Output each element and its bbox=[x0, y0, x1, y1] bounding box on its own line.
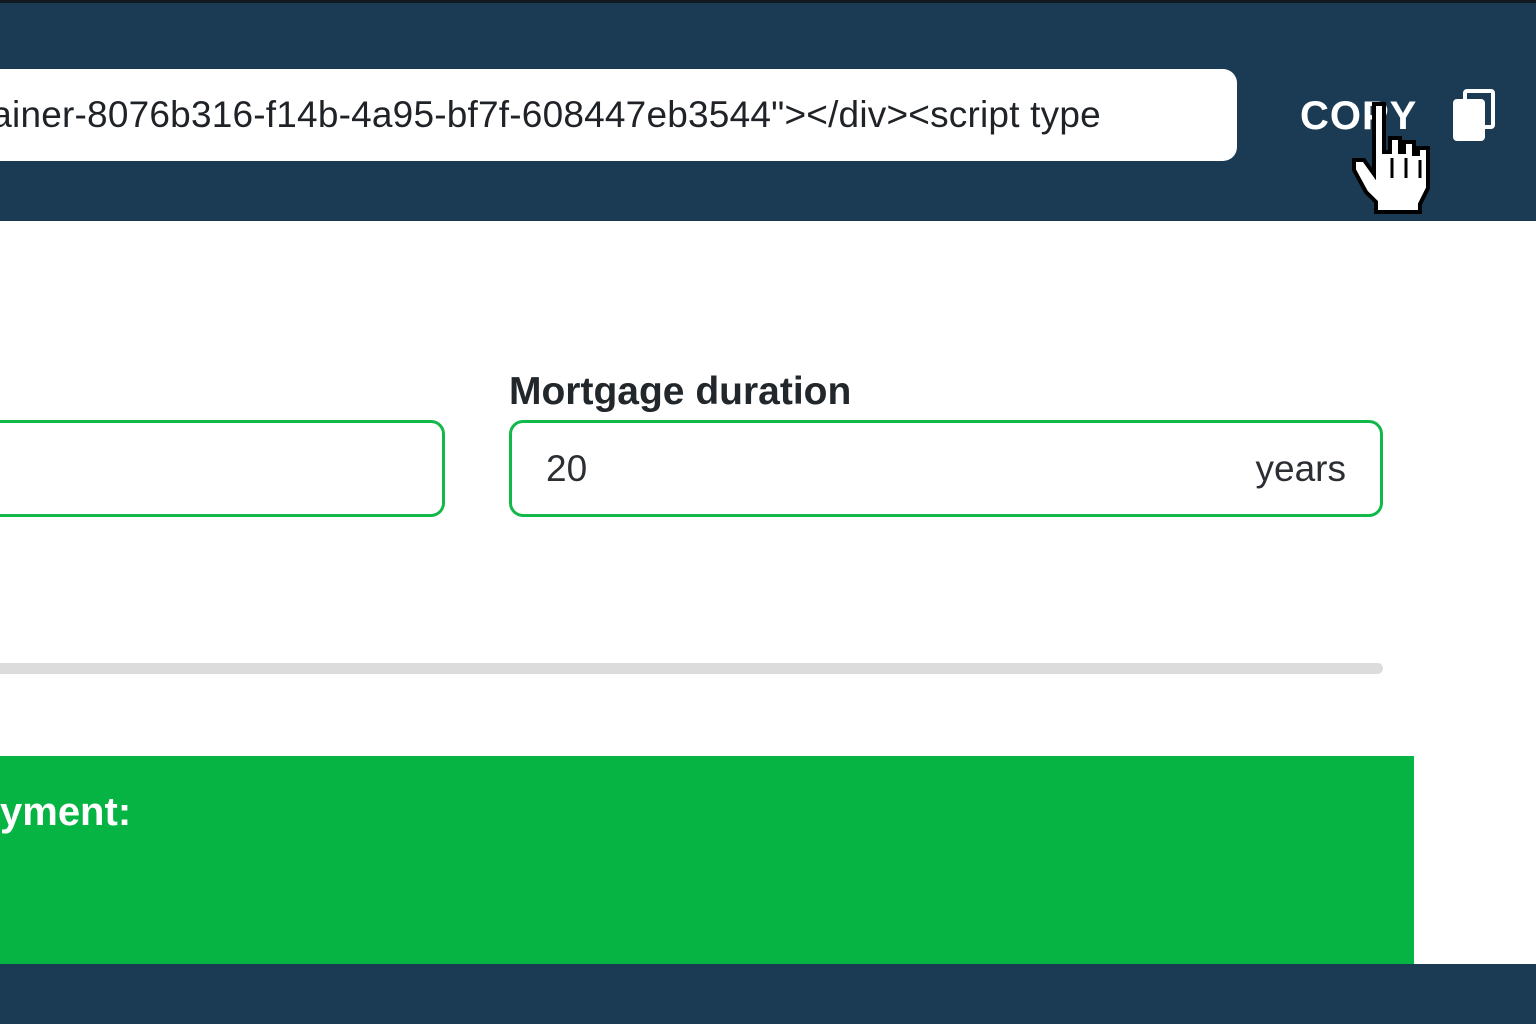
page: ntainer-8076b316-f14b-4a95-bf7f-608447eb… bbox=[0, 0, 1536, 1024]
mortgage-amount-input[interactable] bbox=[0, 420, 445, 517]
embed-code-text: ntainer-8076b316-f14b-4a95-bf7f-608447eb… bbox=[0, 94, 1167, 136]
embed-code-value: ntainer-8076b316-f14b-4a95-bf7f-608447eb… bbox=[0, 94, 1101, 135]
mortgage-duration-value: 20 bbox=[546, 447, 588, 489]
hand-pointer-icon bbox=[1352, 102, 1430, 214]
mortgage-duration-label: Mortgage duration bbox=[509, 370, 852, 413]
divider-track bbox=[0, 663, 1383, 674]
mortgage-duration-unit: years bbox=[1255, 447, 1346, 489]
copy-icon bbox=[1453, 89, 1497, 143]
monthly-payment-label: yment: bbox=[0, 790, 132, 834]
embed-code-field[interactable]: ntainer-8076b316-f14b-4a95-bf7f-608447eb… bbox=[0, 69, 1237, 161]
embed-code-bar: ntainer-8076b316-f14b-4a95-bf7f-608447eb… bbox=[0, 0, 1536, 221]
result-panel bbox=[0, 756, 1414, 966]
footer-bar bbox=[0, 964, 1536, 1024]
mortgage-duration-input[interactable]: 20 years bbox=[509, 420, 1383, 517]
